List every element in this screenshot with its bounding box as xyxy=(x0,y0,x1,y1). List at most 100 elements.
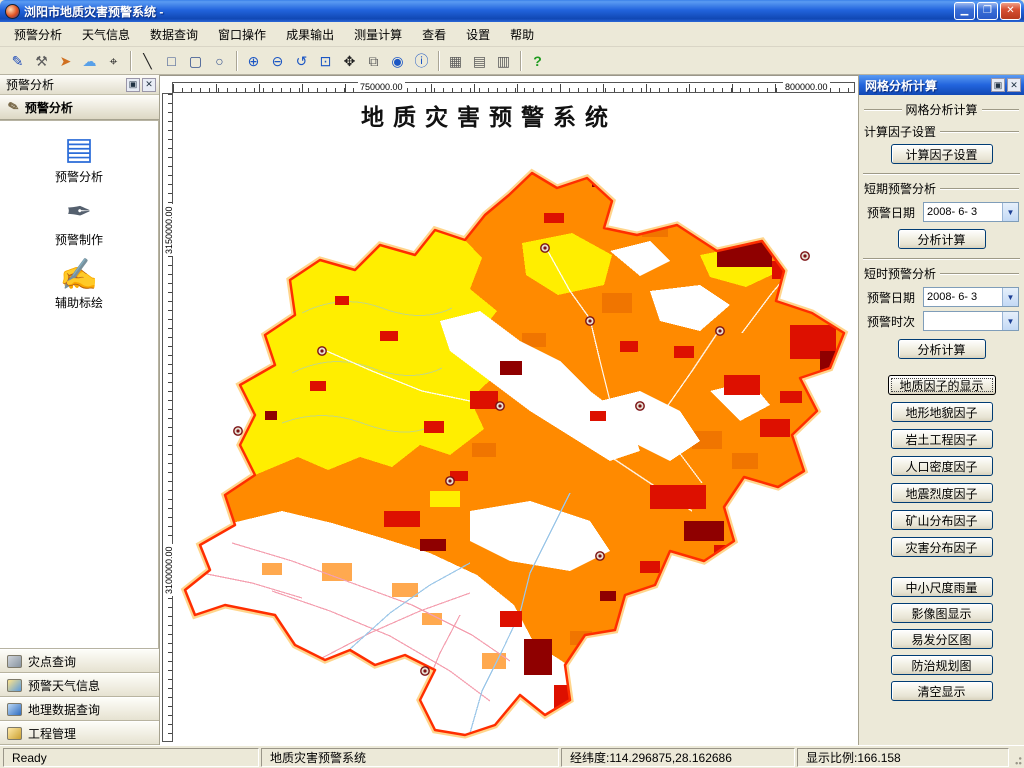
map-canvas[interactable] xyxy=(172,93,858,745)
rect-tool-icon[interactable]: □ xyxy=(160,49,183,72)
separator xyxy=(863,258,1020,260)
short-term-date-combo[interactable]: 2008- 6- 3 ▼ xyxy=(923,202,1019,222)
combo-value: 2008- 6- 3 xyxy=(927,206,978,218)
group-nowcast: 短时预警分析 xyxy=(864,265,1019,282)
menu-settings[interactable]: 设置 xyxy=(456,22,500,46)
map-viewport[interactable]: 750000.00 800000.00 3150000.00 3100000.0… xyxy=(160,75,858,745)
pin-icon[interactable]: ▣ xyxy=(126,77,140,92)
prevention-plan-button[interactable]: 防治规划图 xyxy=(890,655,993,675)
susceptibility-layer-button[interactable]: 易发分区图 xyxy=(890,629,993,649)
help-icon[interactable]: ? xyxy=(526,49,549,72)
menu-measure-calc[interactable]: 测量计算 xyxy=(344,22,412,46)
nowcast-analyze-button[interactable]: 分析计算 xyxy=(897,339,986,359)
mine-factor-button[interactable]: 矿山分布因子 xyxy=(890,510,993,530)
dart-icon[interactable]: ➤ xyxy=(54,49,77,72)
combo-value: 2008- 6- 3 xyxy=(927,291,978,303)
calc-factor-settings-button[interactable]: 计算因子设置 xyxy=(890,144,993,164)
maximize-button[interactable]: ❐ xyxy=(977,2,998,20)
titlebar: 浏阳市地质灾害预警系统 - ▁ ❐ ✕ xyxy=(0,0,1024,22)
toolbar-separator xyxy=(236,50,237,71)
project-management-icon xyxy=(7,726,22,740)
imagery-layer-button[interactable]: 影像图显示 xyxy=(890,603,993,623)
bar-disaster-point-query[interactable]: 灾点查询 xyxy=(0,649,159,673)
roundrect-tool-icon[interactable]: ▢ xyxy=(184,49,207,72)
window-title: 浏阳市地质灾害预警系统 - xyxy=(24,4,164,19)
calculator-icon[interactable]: ▦ xyxy=(444,49,467,72)
clear-display-button[interactable]: 清空显示 xyxy=(890,681,993,701)
printer-icon[interactable]: ▥ xyxy=(492,49,515,72)
globe-icon[interactable]: ◉ xyxy=(386,49,409,72)
geotech-factor-button[interactable]: 岩土工程因子 xyxy=(890,429,993,449)
minimize-button[interactable]: ▁ xyxy=(954,2,975,20)
zoom-out-icon[interactable]: ⊖ xyxy=(266,49,289,72)
menu-window-ops[interactable]: 窗口操作 xyxy=(208,22,276,46)
disaster-factor-button[interactable]: 灾害分布因子 xyxy=(890,537,993,557)
copy-layers-icon[interactable]: ⧉ xyxy=(362,49,385,72)
target-icon[interactable]: ⌖ xyxy=(102,49,125,72)
menu-help[interactable]: 帮助 xyxy=(500,22,544,46)
toolbar: ✎ ⚒ ➤ ☁ ⌖ ╲ □ ▢ ○ ⊕ ⊖ ↺ ⊡ ✥ ⧉ ◉ ⓘ ▦ ▤ ▥ … xyxy=(0,47,1024,75)
tool-label: 辅助标绘 xyxy=(54,296,103,310)
seismic-factor-button[interactable]: 地震烈度因子 xyxy=(890,483,993,503)
warning-raster xyxy=(185,173,844,735)
info-icon[interactable]: ⓘ xyxy=(410,49,433,72)
cloud-icon[interactable]: ☁ xyxy=(78,49,101,72)
group-grid-analysis: 网格分析计算 xyxy=(864,101,1020,118)
nowcast-time-row: 预警时次 ▼ xyxy=(867,311,1019,331)
edit-map-icon[interactable]: ✎ xyxy=(6,49,29,72)
bar-warning-weather-info[interactable]: 预警天气信息 xyxy=(0,673,159,697)
time-label: 预警时次 xyxy=(867,314,916,329)
pin-icon[interactable]: ▣ xyxy=(991,78,1005,92)
population-factor-button[interactable]: 人口密度因子 xyxy=(890,456,993,476)
menu-warning-analysis[interactable]: 预警分析 xyxy=(4,22,72,46)
bar-geo-data-query[interactable]: 地理数据查询 xyxy=(0,697,159,721)
nowcast-date-combo[interactable]: 2008- 6- 3 ▼ xyxy=(923,287,1019,307)
close-icon[interactable]: ✕ xyxy=(1007,78,1021,92)
resize-grip[interactable] xyxy=(1009,748,1023,767)
pan-icon[interactable]: ✥ xyxy=(338,49,361,72)
menu-view[interactable]: 查看 xyxy=(412,22,456,46)
app-window: 浏阳市地质灾害预警系统 - ▁ ❐ ✕ 预警分析 天气信息 数据查询 窗口操作 … xyxy=(0,0,1024,768)
tool-warning-analysis[interactable]: ▤ 预警分析 xyxy=(0,131,158,185)
menubar: 预警分析 天气信息 数据查询 窗口操作 成果输出 测量计算 查看 设置 帮助 xyxy=(0,22,1024,47)
app-icon xyxy=(5,3,20,19)
short-term-analyze-button[interactable]: 分析计算 xyxy=(897,229,986,249)
warning-weather-icon xyxy=(7,678,22,692)
zoom-window-icon[interactable]: ⊡ xyxy=(314,49,337,72)
geo-factor-display-button[interactable]: 地质因子的显示 xyxy=(887,375,996,395)
menu-weather-info[interactable]: 天气信息 xyxy=(72,22,140,46)
chevron-down-icon[interactable]: ▼ xyxy=(1002,203,1018,221)
chevron-down-icon[interactable]: ▼ xyxy=(1002,288,1018,306)
disaster-point-query-icon xyxy=(7,654,22,668)
tool-aux-drawing[interactable]: ✍ 辅助标绘 xyxy=(0,257,158,311)
zoom-in-icon[interactable]: ⊕ xyxy=(242,49,265,72)
menu-data-query[interactable]: 数据查询 xyxy=(140,22,208,46)
zoom-refresh-icon[interactable]: ↺ xyxy=(290,49,313,72)
right-panel: 网格分析计算 ▣ ✕ 网格分析计算 计算因子设置 计算因子设置 短期预警分析 预… xyxy=(858,75,1024,745)
line-tool-icon[interactable]: ╲ xyxy=(136,49,159,72)
ellipse-tool-icon[interactable]: ○ xyxy=(208,49,231,72)
toolbar-separator xyxy=(130,50,131,71)
warning-analysis-icon: ▤ xyxy=(64,131,94,166)
chevron-down-icon[interactable]: ▼ xyxy=(1002,312,1018,330)
map-title: 地质灾害预警系统 xyxy=(361,104,617,131)
print-preview-icon[interactable]: ▤ xyxy=(468,49,491,72)
menu-result-output[interactable]: 成果输出 xyxy=(276,22,344,46)
bar-project-management[interactable]: 工程管理 xyxy=(0,721,159,745)
ruler-label-x2: 800000.00 xyxy=(783,82,830,92)
nowcast-time-combo[interactable]: ▼ xyxy=(923,311,1019,331)
terrain-factor-button[interactable]: 地形地貌因子 xyxy=(890,402,993,422)
left-panel-header: 预警分析 ▣ ✕ xyxy=(0,75,159,95)
date-label: 预警日期 xyxy=(867,290,916,305)
close-icon[interactable]: ✕ xyxy=(142,77,156,92)
close-button[interactable]: ✕ xyxy=(1000,2,1021,20)
right-panel-header: 网格分析计算 ▣ ✕ xyxy=(859,75,1024,95)
section-warning-analysis[interactable]: ✎ 预警分析 xyxy=(0,95,159,120)
tool-label: 预警制作 xyxy=(54,233,103,247)
tool-warning-making[interactable]: ✒ 预警制作 xyxy=(0,194,158,248)
bar-label: 工程管理 xyxy=(28,726,77,741)
top-ruler: 750000.00 800000.00 xyxy=(172,82,855,93)
group-short-term: 短期预警分析 xyxy=(864,180,1019,197)
rainfall-layer-button[interactable]: 中小尺度雨量 xyxy=(890,577,993,597)
stamp-icon[interactable]: ⚒ xyxy=(30,49,53,72)
